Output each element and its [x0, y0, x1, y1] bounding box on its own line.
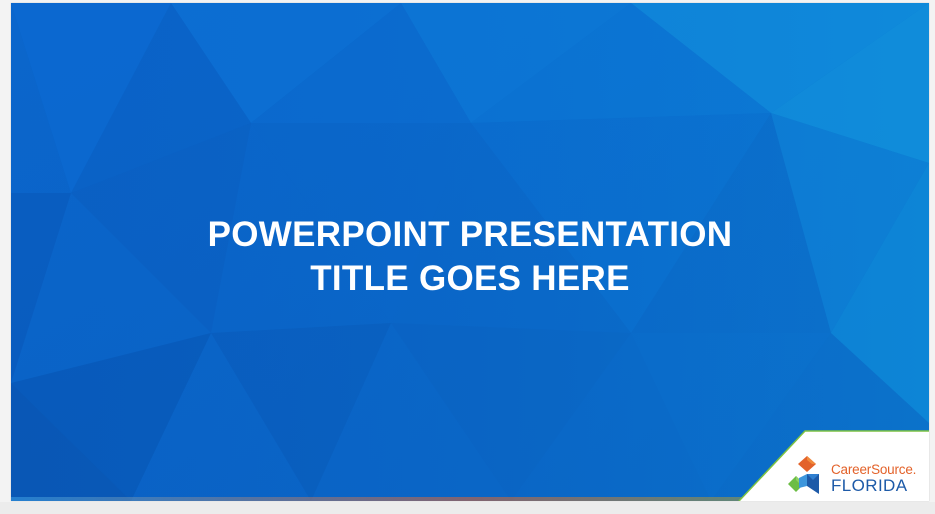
- viewer-bottom-strip: [0, 502, 935, 514]
- slide-title: POWERPOINT PRESENTATION TITLE GOES HERE: [11, 213, 929, 301]
- logo-name-top: CareerSource.: [831, 462, 917, 477]
- slide-title-line-1: POWERPOINT PRESENTATION: [207, 215, 733, 254]
- slide-title-line-2: TITLE GOES HERE: [310, 259, 630, 298]
- careersource-florida-logo: CareerSource. FLORIDA: [785, 452, 925, 498]
- logo-mark-icon: [788, 456, 819, 494]
- logo-name-bottom: FLORIDA: [831, 476, 908, 495]
- slide[interactable]: POWERPOINT PRESENTATION TITLE GOES HERE …: [11, 3, 929, 501]
- slide-viewer: POWERPOINT PRESENTATION TITLE GOES HERE …: [0, 0, 935, 514]
